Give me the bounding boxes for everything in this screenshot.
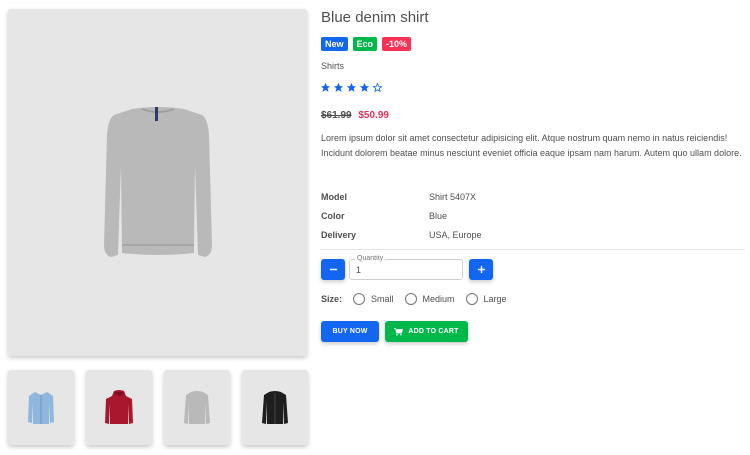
thumbnail-red-hoodie[interactable] (86, 370, 152, 445)
quantity-input[interactable] (356, 265, 456, 275)
sale-price: $50.99 (358, 110, 389, 121)
thumbnail-black-jacket[interactable] (242, 370, 308, 445)
size-option-large[interactable]: Large (465, 293, 507, 305)
radio-button[interactable] (353, 293, 366, 305)
spec-key: Delivery (321, 229, 357, 240)
add-to-cart-button[interactable]: ADD TO CART (385, 321, 468, 342)
spec-value: Shirt 5407X (429, 191, 477, 202)
spec-value: Blue (429, 210, 448, 221)
size-option-label: Large (483, 294, 507, 304)
star-filled-icon[interactable] (359, 82, 370, 93)
star-empty-icon[interactable] (372, 82, 383, 93)
radio-button[interactable] (465, 293, 478, 305)
red-hoodie-image (105, 389, 133, 424)
spec-value: USA, Europe (429, 229, 482, 240)
spec-row: Color Blue (321, 206, 482, 225)
quantity-field[interactable]: Quantity (349, 255, 463, 280)
rating-stars (320, 82, 383, 93)
cart-icon (394, 327, 404, 336)
decrease-quantity-button[interactable] (321, 259, 345, 280)
sweatshirt-image (103, 106, 212, 257)
blue-shirt-image (28, 391, 54, 424)
plus-icon (477, 265, 485, 274)
size-label: Size: (321, 294, 343, 304)
spec-key: Color (321, 210, 345, 221)
size-selector: Size: Small Medium Large (321, 293, 518, 305)
quantity-label: Quantity (355, 255, 386, 263)
size-option-label: Medium (422, 294, 455, 304)
badge-eco: Eco (352, 37, 378, 51)
increase-quantity-button[interactable] (469, 259, 493, 280)
thumbnail-blue-shirt[interactable] (8, 370, 74, 445)
star-filled-icon[interactable] (346, 82, 357, 93)
old-price: $61.99 (321, 110, 352, 121)
price-block: $61.99 $50.99 (321, 110, 389, 121)
grey-sweatshirt-image (184, 390, 210, 424)
size-option-medium[interactable]: Medium (404, 293, 455, 305)
radio-button[interactable] (404, 293, 417, 305)
size-option-small[interactable]: Small (353, 293, 394, 305)
buy-now-label: BUY NOW (332, 328, 368, 335)
buy-now-button[interactable]: BUY NOW (321, 321, 379, 342)
star-filled-icon[interactable] (333, 82, 344, 93)
product-category: Shirts (321, 61, 345, 71)
black-jacket-image (262, 390, 288, 424)
badge-new: New (321, 37, 348, 51)
badge-discount: -10% (382, 37, 412, 51)
minus-icon (329, 268, 337, 271)
size-option-label: Small (371, 294, 394, 304)
badge-group: New Eco -10% (321, 37, 412, 51)
thumbnail-grey-sweatshirt[interactable] (164, 370, 230, 445)
spec-table: Model Shirt 5407X Color Blue Delivery US… (321, 187, 482, 244)
main-product-image (8, 9, 307, 356)
product-title: Blue denim shirt (321, 9, 429, 26)
product-description: Lorem ipsum dolor sit amet consectetur a… (321, 133, 742, 158)
add-to-cart-label: ADD TO CART (408, 328, 459, 335)
divider (321, 249, 745, 250)
spec-row: Model Shirt 5407X (321, 187, 482, 206)
spec-row: Delivery USA, Europe (321, 225, 482, 244)
star-filled-icon[interactable] (320, 82, 331, 93)
spec-key: Model (321, 191, 347, 202)
